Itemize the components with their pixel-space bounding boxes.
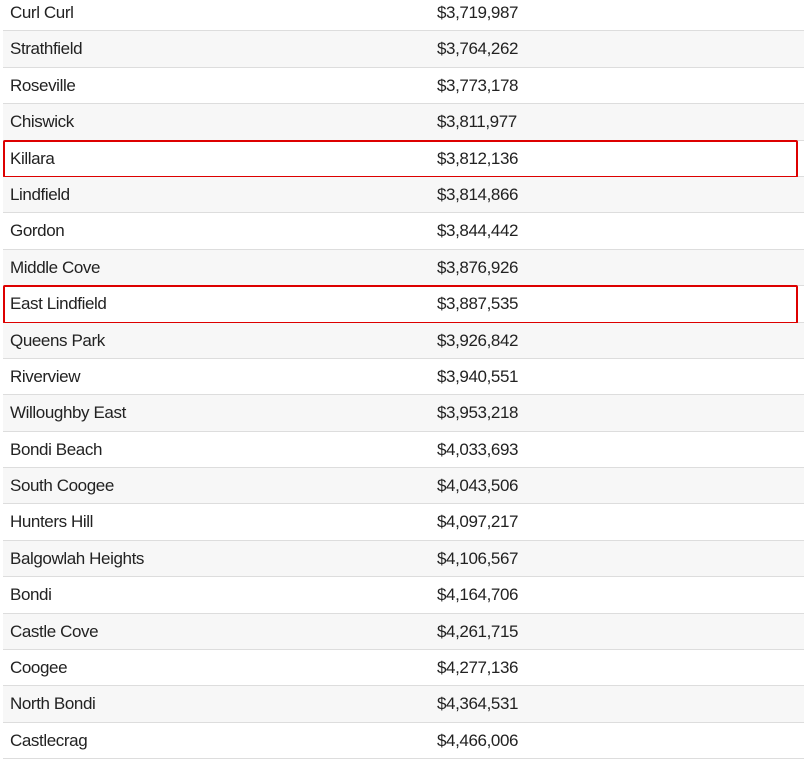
suburb-name: Strathfield xyxy=(10,39,83,59)
median-price: $3,953,218 xyxy=(437,403,519,423)
suburb-price-table: Curl Curl $3,719,987 Strathfield $3,764,262… xyxy=(3,0,804,759)
suburb-name: Castlecrag xyxy=(10,730,88,750)
suburb-name: Middle Cove xyxy=(10,257,101,277)
median-price: $4,164,706 xyxy=(437,585,519,605)
median-price: $3,940,551 xyxy=(437,366,519,386)
table-row: Castle Cove $4,261,715 xyxy=(3,613,804,651)
median-price: $3,926,842 xyxy=(437,330,519,350)
suburb-name: Bondi xyxy=(10,585,52,605)
median-price: $3,719,987 xyxy=(437,3,519,22)
median-price: $3,887,535 xyxy=(437,294,519,314)
suburb-name: Balgowlah Heights xyxy=(10,548,145,568)
suburb-name: South Coogee xyxy=(10,476,114,496)
table-row: East Lindfield $3,887,535 xyxy=(3,285,804,324)
suburb-name: Willoughby East xyxy=(10,403,126,423)
median-price: $4,277,136 xyxy=(437,658,519,678)
table-row: South Coogee $4,043,506 xyxy=(3,468,804,505)
suburb-name: Bondi Beach xyxy=(10,439,103,459)
table-row: Bondi $4,164,706 xyxy=(3,577,804,614)
median-price: $3,876,926 xyxy=(437,257,519,277)
suburb-name: Roseville xyxy=(10,75,76,95)
median-price: $4,106,567 xyxy=(437,548,519,568)
highlight-box xyxy=(3,139,798,178)
median-price: $3,773,178 xyxy=(437,75,519,95)
highlight-box xyxy=(3,285,798,324)
table-row: Chiswick $3,811,977 xyxy=(3,104,804,141)
median-price: $3,812,136 xyxy=(437,148,519,168)
table-row: North Bondi $4,364,531 xyxy=(3,686,804,723)
median-price: $4,364,531 xyxy=(437,694,519,714)
table-row: Willoughby East $3,953,218 xyxy=(3,395,804,432)
table-row: Queens Park $3,926,842 xyxy=(3,322,804,359)
median-price: $3,814,866 xyxy=(437,184,519,204)
suburb-name: East Lindfield xyxy=(10,294,107,314)
suburb-name: Riverview xyxy=(10,366,81,386)
table-row: Killara $3,812,136 xyxy=(3,139,804,178)
suburb-name: Queens Park xyxy=(10,330,105,350)
suburb-name: Castle Cove xyxy=(10,621,99,641)
suburb-name: Gordon xyxy=(10,221,65,241)
suburb-name: Chiswick xyxy=(10,112,74,132)
median-price: $4,033,693 xyxy=(437,439,519,459)
median-price: $4,043,506 xyxy=(437,476,519,496)
table-row: Curl Curl $3,719,987 xyxy=(3,0,804,32)
table-row: Balgowlah Heights $4,106,567 xyxy=(3,540,804,578)
table-row: Hunters Hill $4,097,217 xyxy=(3,504,804,541)
table-row: Lindfield $3,814,866 xyxy=(3,176,804,214)
suburb-name: Curl Curl xyxy=(10,3,74,22)
table-row: Coogee $4,277,136 xyxy=(3,650,804,687)
suburb-name: Hunters Hill xyxy=(10,512,94,532)
median-price: $4,261,715 xyxy=(437,621,519,641)
suburb-name: Coogee xyxy=(10,658,68,678)
suburb-name: Killara xyxy=(10,148,55,168)
median-price: $4,466,006 xyxy=(437,730,519,750)
median-price: $3,811,977 xyxy=(437,112,517,132)
table-row: Bondi Beach $4,033,693 xyxy=(3,432,804,469)
table-row: Gordon $3,844,442 xyxy=(3,213,804,250)
table-row: Strathfield $3,764,262 xyxy=(3,31,804,68)
median-price: $3,764,262 xyxy=(437,39,519,59)
table-row: Roseville $3,773,178 xyxy=(3,68,804,105)
suburb-name: Lindfield xyxy=(10,184,70,204)
suburb-name: North Bondi xyxy=(10,694,96,714)
table-row: Castlecrag $4,466,006 xyxy=(3,723,804,759)
table-row: Middle Cove $3,876,926 xyxy=(3,249,804,287)
median-price: $3,844,442 xyxy=(437,221,519,241)
table-row: Riverview $3,940,551 xyxy=(3,359,804,396)
median-price: $4,097,217 xyxy=(437,512,519,532)
